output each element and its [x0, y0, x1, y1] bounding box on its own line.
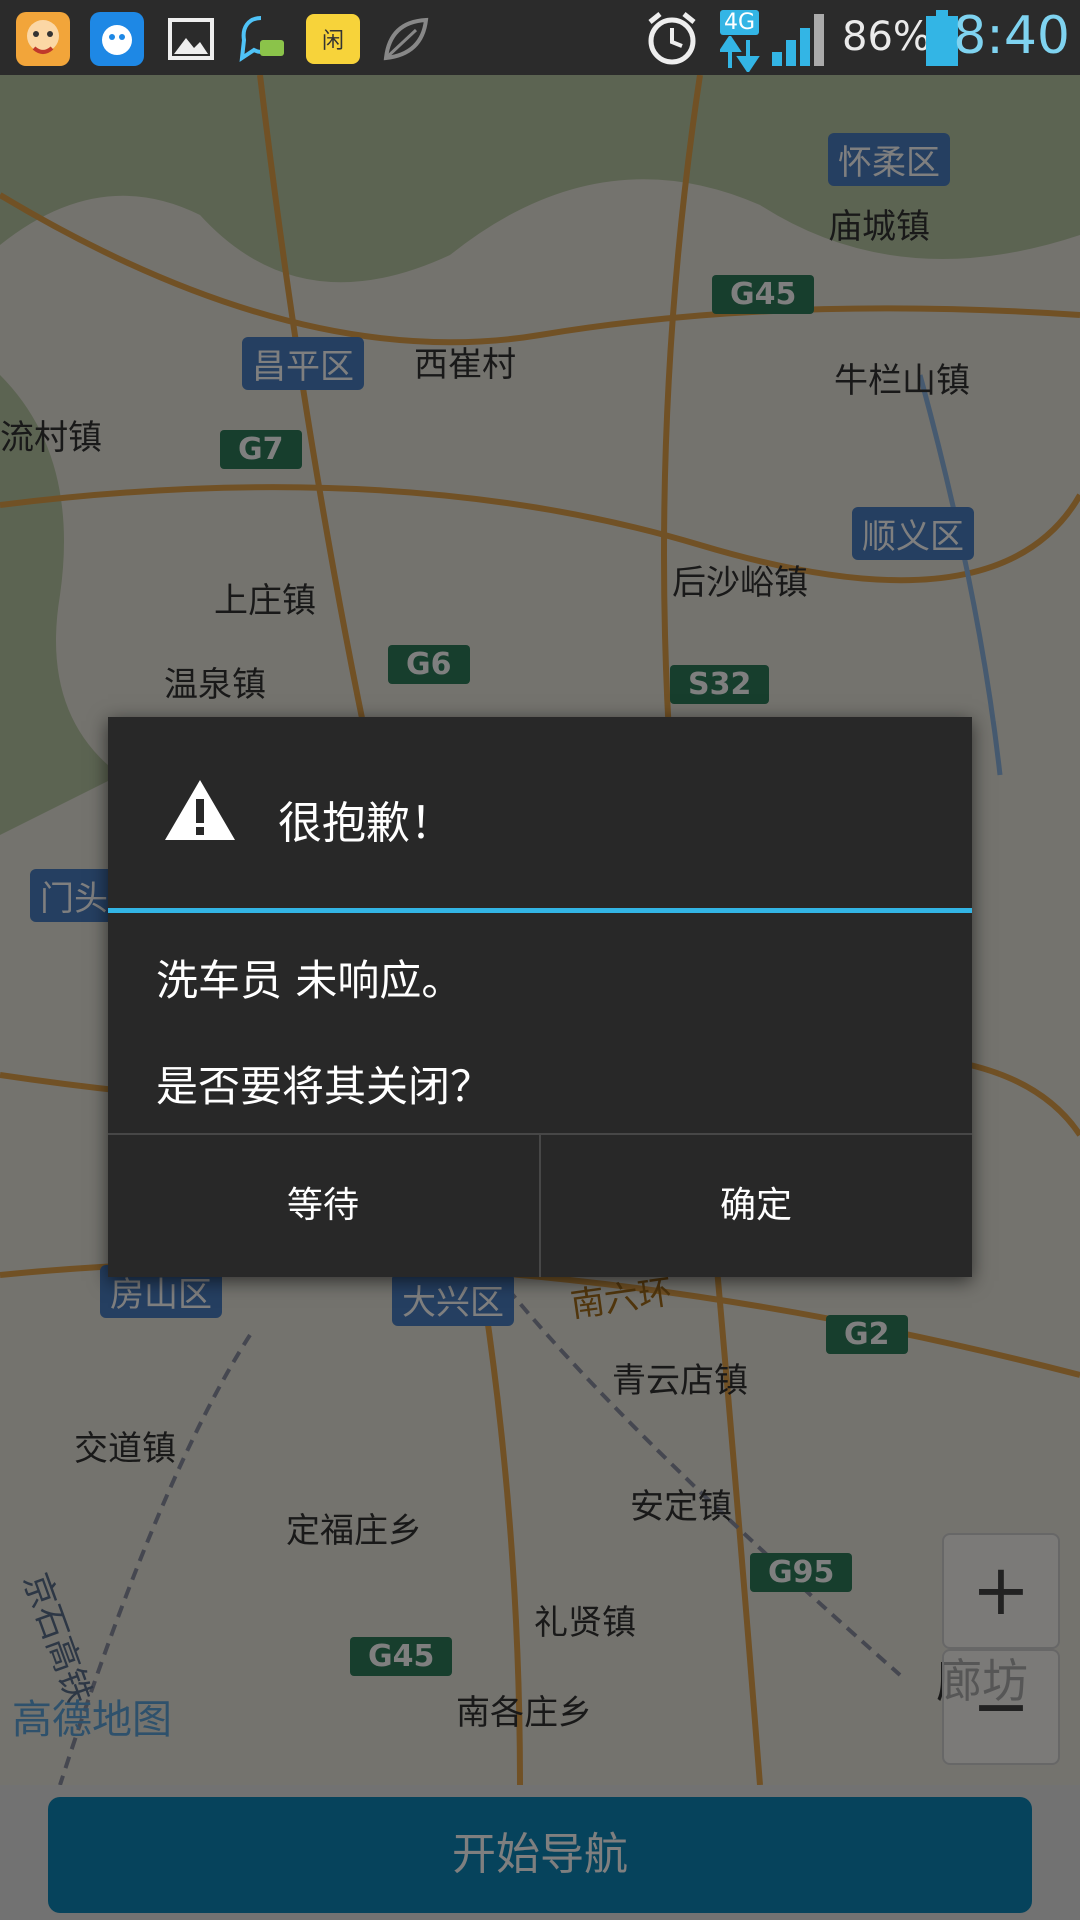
chat-app-icon [232, 10, 290, 68]
signal-icon [770, 8, 828, 66]
battery-percent: 86% [842, 14, 931, 60]
dialog-divider [108, 908, 972, 913]
gallery-icon [162, 10, 220, 68]
data-arrows-icon [718, 34, 760, 74]
ok-button[interactable]: 确定 [541, 1135, 971, 1277]
svg-text:闲: 闲 [322, 29, 344, 54]
dialog-title: 很抱歉！ [278, 798, 454, 849]
warning-icon [163, 777, 237, 847]
status-clock: 8:40 [953, 6, 1070, 66]
wait-button[interactable]: 等待 [108, 1135, 538, 1277]
yellow-app-icon: 闲 [304, 10, 362, 68]
status-bar: 闲 4G 86% 8:40 [0, 0, 1080, 75]
dialog-question: 是否要将其关闭？ [156, 1062, 493, 1111]
alarm-icon [642, 8, 700, 66]
leaf-icon [376, 10, 434, 68]
network-type-label: 4G [720, 10, 760, 35]
app-not-responding-dialog: 很抱歉！ 洗车员 未响应。 是否要将其关闭？ 等待 确定 [108, 717, 972, 1277]
dialog-message: 洗车员 未响应。 [156, 956, 464, 1005]
dialog-header: 很抱歉！ [108, 717, 972, 908]
game-app-icon [14, 10, 72, 68]
assistant-app-icon [88, 10, 146, 68]
